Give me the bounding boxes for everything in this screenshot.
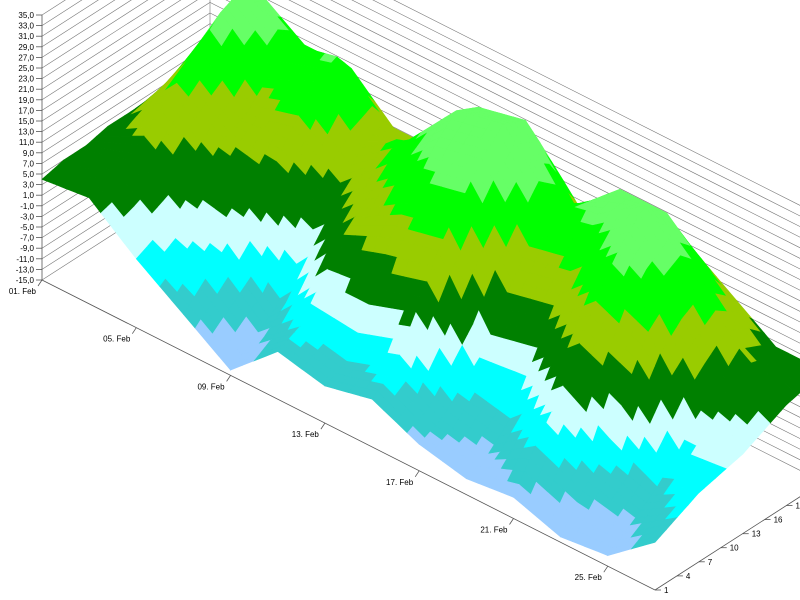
left-wall-gridline bbox=[41, 0, 149, 69]
z-tick-label: 33,0 bbox=[18, 22, 34, 31]
y-tick-label: 13 bbox=[752, 530, 761, 539]
z-tick-label: 35,0 bbox=[18, 11, 34, 20]
z-tick-label: 19,0 bbox=[18, 96, 34, 105]
z-tick-label: -11,0 bbox=[16, 255, 34, 264]
x-tick-label: 25. Feb bbox=[575, 573, 603, 582]
x-tick-mark bbox=[131, 327, 137, 334]
x-tick-mark bbox=[226, 375, 231, 382]
y-tick-label: 10 bbox=[730, 544, 739, 553]
y-tick-label: 1 bbox=[664, 586, 669, 595]
z-tick-label: 31,0 bbox=[18, 32, 34, 41]
x-tick-label: 21. Feb bbox=[480, 526, 508, 535]
z-tick-label: -15,0 bbox=[16, 276, 35, 285]
z-tick-label: 3,0 bbox=[23, 181, 35, 190]
z-tick-label: -9,0 bbox=[20, 244, 34, 253]
z-tick-label: -5,0 bbox=[20, 223, 34, 232]
left-wall-gridline bbox=[41, 0, 83, 26]
z-tick-label: 7,0 bbox=[23, 159, 35, 168]
surface-chart: 35,033,031,029,027,025,023,021,019,017,0… bbox=[9, 0, 800, 595]
z-tick-label: 27,0 bbox=[18, 53, 34, 62]
z-tick-label: 15,0 bbox=[18, 117, 34, 126]
y-tick-label: 7 bbox=[708, 558, 713, 567]
surface-mesh bbox=[41, 0, 800, 557]
x-tick-mark bbox=[509, 518, 514, 525]
left-wall-gridline bbox=[41, 0, 66, 16]
left-wall-gridline bbox=[41, 0, 132, 58]
x-tick-mark bbox=[320, 422, 326, 430]
z-tick-label: -3,0 bbox=[20, 212, 34, 221]
z-axis-ticks: 35,0 33,031,0 29,027,0 25,0 23,021,0 19,017,0… bbox=[16, 11, 42, 285]
x-tick-label: 05. Feb bbox=[103, 335, 131, 344]
x-tick-mark bbox=[603, 565, 609, 573]
z-tick-label: 21,0 bbox=[18, 85, 34, 94]
z-tick-label: 17,0 bbox=[18, 106, 34, 115]
y-tick-label: 4 bbox=[686, 572, 691, 581]
z-tick-label: 1,0 bbox=[23, 191, 35, 200]
y-tick-label: 16 bbox=[774, 516, 783, 525]
x-tick-label: 01. Feb bbox=[9, 287, 37, 296]
x-tick-mark bbox=[37, 279, 43, 287]
z-tick-label: -7,0 bbox=[20, 234, 34, 243]
x-tick-label: 17. Feb bbox=[386, 478, 414, 487]
z-tick-label: 9,0 bbox=[23, 149, 35, 158]
z-tick-label: 29,0 bbox=[18, 43, 34, 52]
z-tick-label: 13,0 bbox=[18, 128, 34, 137]
x-tick-mark bbox=[414, 470, 420, 478]
z-tick-label: 11,0 bbox=[19, 138, 35, 147]
z-tick-label: -1,0 bbox=[20, 202, 34, 211]
x-tick-label: 13. Feb bbox=[292, 430, 320, 439]
z-tick-label: 25,0 bbox=[18, 64, 34, 73]
z-tick-label: -13,0 bbox=[16, 265, 35, 274]
y-tick-label: 19 bbox=[796, 502, 800, 511]
x-tick-label: 09. Feb bbox=[197, 382, 225, 391]
z-tick-label: 5,0 bbox=[23, 170, 35, 179]
z-tick-label: 23,0 bbox=[18, 75, 34, 84]
